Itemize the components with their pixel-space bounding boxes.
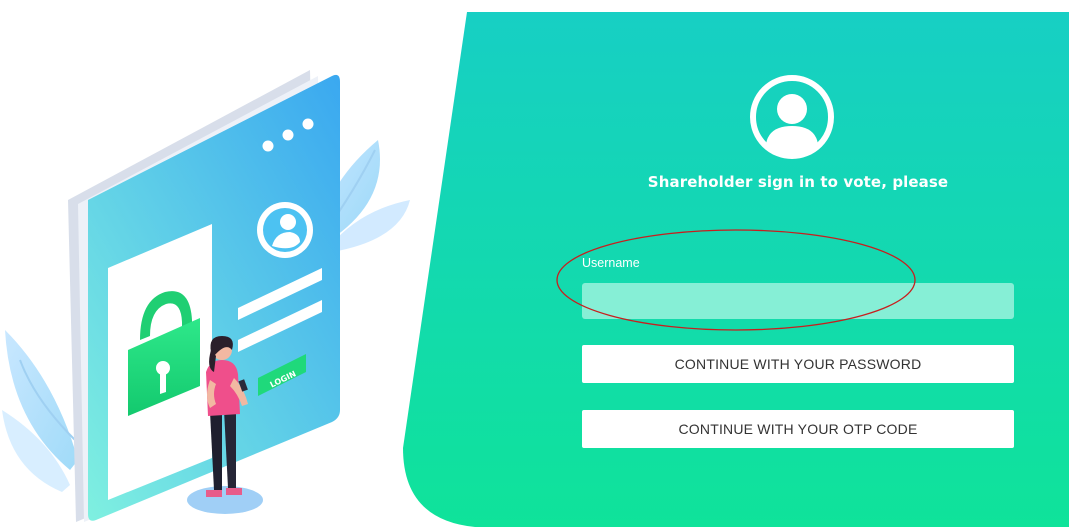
username-input[interactable] — [582, 283, 1014, 319]
login-form: Shareholder sign in to vote, please User… — [582, 0, 1014, 527]
username-label: Username — [582, 256, 640, 270]
continue-otp-button[interactable]: CONTINUE WITH YOUR OTP CODE — [582, 410, 1014, 448]
continue-password-button[interactable]: CONTINUE WITH YOUR PASSWORD — [582, 345, 1014, 383]
user-circle-icon — [750, 75, 834, 159]
page-title: Shareholder sign in to vote, please — [647, 173, 949, 191]
login-page: LOGIN Shareholder sign in to vote, pleas… — [0, 0, 1069, 527]
